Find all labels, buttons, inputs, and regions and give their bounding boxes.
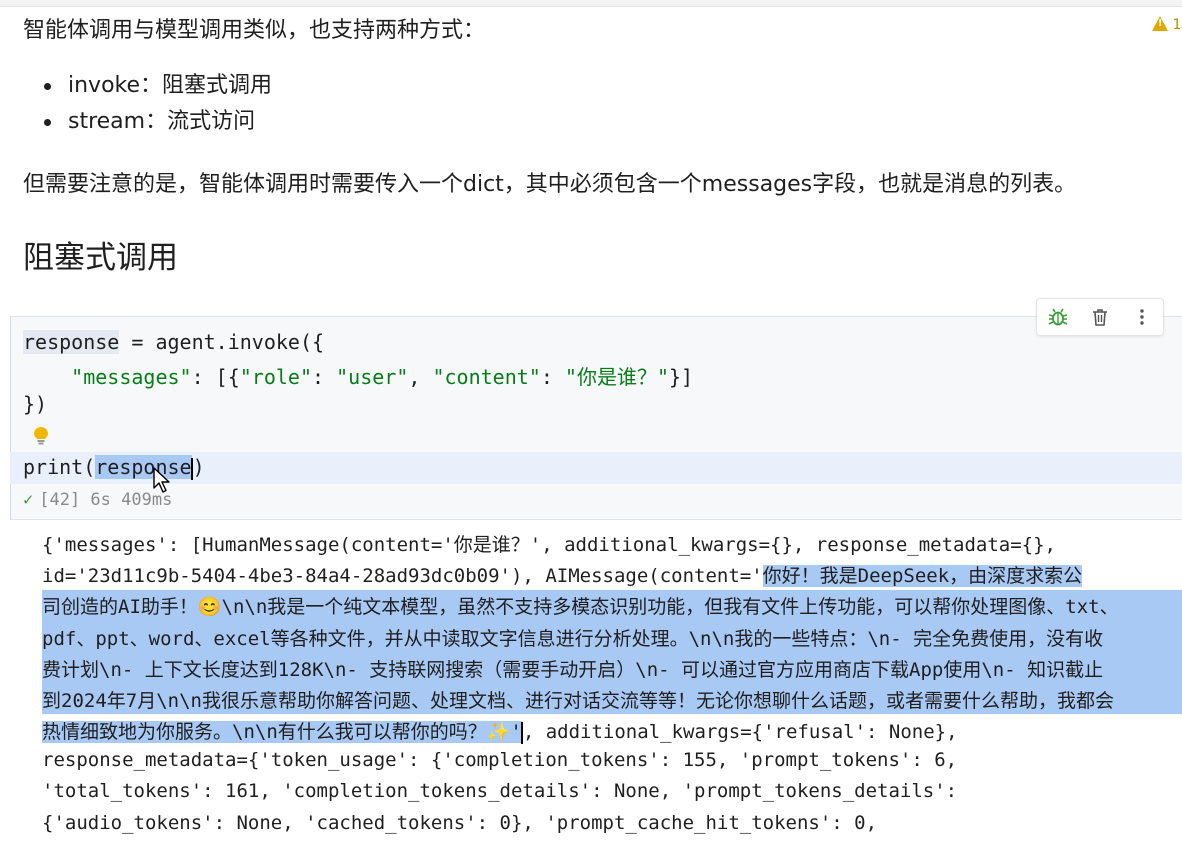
code-line-1[interactable]: response = agent.invoke({ [23, 330, 324, 354]
output-line: {'audio_tokens': None, 'cached_tokens': … [42, 812, 878, 834]
intro-paragraph: 智能体调用与模型调用类似，也支持两种方式： [23, 18, 486, 43]
output-line: pdf、ppt、word、excel等各种文件，并从中读取文字信息进行分析处理。… [42, 628, 1104, 650]
code-line-3[interactable]: }) [23, 392, 47, 416]
warning-indicator[interactable]: 1 [1152, 14, 1181, 33]
output-line: 费计划\n- 上下文长度达到128K\n- 支持联网搜索（需要手动开启）\n- … [42, 659, 1104, 681]
list-item: stream：流式访问 [44, 104, 272, 140]
output-line: {'messages': [HumanMessage(content='你是谁？… [42, 534, 1056, 556]
selected-output: 热情细致地为你服务。\n\n有什么我可以帮你的吗？✨' [42, 721, 522, 743]
warning-icon [1152, 16, 1168, 31]
output-line: 司创造的AI助手！😊\n\n我是一个纯文本模型，虽然不支持多模态识别功能，但我有… [42, 596, 1119, 618]
lightbulb-icon [34, 427, 48, 445]
more-options-button[interactable] [1128, 303, 1156, 331]
selected-output: 你好！我是DeepSeek，由深度求索公 [762, 565, 1083, 587]
method-list: invoke：阻塞式调用 stream：流式访问 [44, 68, 272, 140]
output-line: 到2024年7月\n\n我很乐意帮助你解答问题、处理文档、进行对话交流等等！无论… [42, 690, 1114, 712]
checkmark-icon: ✓ [23, 490, 34, 510]
code-line-2[interactable]: "messages": [{"role": "user", "content":… [23, 361, 693, 390]
execution-status: ✓ [42] 6s 409ms [23, 490, 172, 510]
warning-count: 1 [1172, 17, 1182, 33]
output-line: response_metadata={'token_usage': {'comp… [42, 749, 958, 771]
top-border [0, 0, 1182, 7]
delete-cell-button[interactable] [1086, 303, 1114, 331]
intention-bulb[interactable] [33, 426, 49, 450]
list-item: invoke：阻塞式调用 [44, 68, 272, 104]
code-variable: response [23, 330, 120, 354]
section-heading: 阻塞式调用 [23, 240, 178, 276]
bug-icon [1048, 308, 1068, 326]
output-line: id='23d11c9b-5404-4be3-84a4-28ad93dc0b09… [42, 565, 1083, 587]
debug-button[interactable] [1044, 303, 1072, 331]
output-line: 'total_tokens': 161, 'completion_tokens_… [42, 780, 958, 802]
note-paragraph: 但需要注意的是，智能体调用时需要传入一个dict，其中必须包含一个message… [23, 172, 1077, 197]
code-line-5[interactable]: print(response) [23, 455, 205, 480]
selected-text: response [95, 455, 192, 479]
mouse-cursor [152, 466, 174, 498]
cell-toolbar [1036, 298, 1164, 336]
output-line: 热情细致地为你服务。\n\n有什么我可以帮你的吗？✨', additional_… [42, 721, 958, 744]
trash-icon [1093, 309, 1107, 326]
more-vert-icon [1140, 309, 1144, 325]
